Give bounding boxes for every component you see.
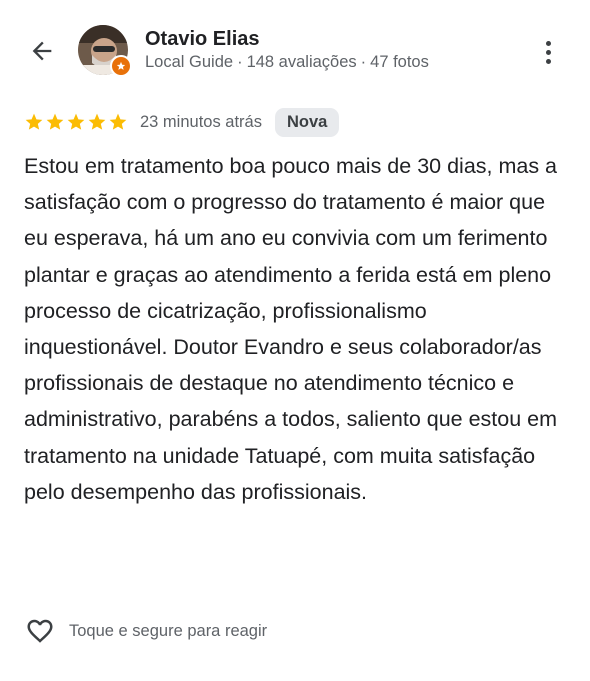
review-text: Estou em tratamento boa pouco mais de 30… [24,154,558,504]
back-button[interactable] [24,30,60,72]
new-badge: Nova [274,107,340,137]
more-vertical-icon[interactable] [536,34,560,70]
rating-row: 23 minutos atrás Nova [24,106,340,138]
reviewer-name[interactable]: Otavio Elias [145,28,260,51]
star-icon [25,113,43,130]
reviewer-level: Local Guide [145,53,234,71]
react-label: Toque e segure para reagir [69,621,268,640]
star-icon [67,113,85,130]
meta-separator: · [360,53,367,71]
star-icon [88,113,106,130]
star-icon [109,113,127,130]
review-header: Otavio Elias Local Guide · 148 avaliações ·… [0,0,590,100]
review-time: 23 minutos atrás [140,112,262,131]
meta-separator: · [237,53,243,71]
star-rating [24,112,128,132]
local-guide-star-icon [110,55,132,77]
react-button[interactable]: Toque e segure para reagir [24,614,267,648]
avatar[interactable] [78,25,132,77]
star-icon [46,113,64,130]
reviewer-review-count: 148 avaliações [246,53,357,71]
reviewer-photo-count: 47 fotos [370,53,429,71]
arrow-left-icon [32,41,52,61]
heart-outline-icon [27,619,53,643]
reviewer-meta: Local Guide · 148 avaliações · 47 fotos [145,53,429,72]
